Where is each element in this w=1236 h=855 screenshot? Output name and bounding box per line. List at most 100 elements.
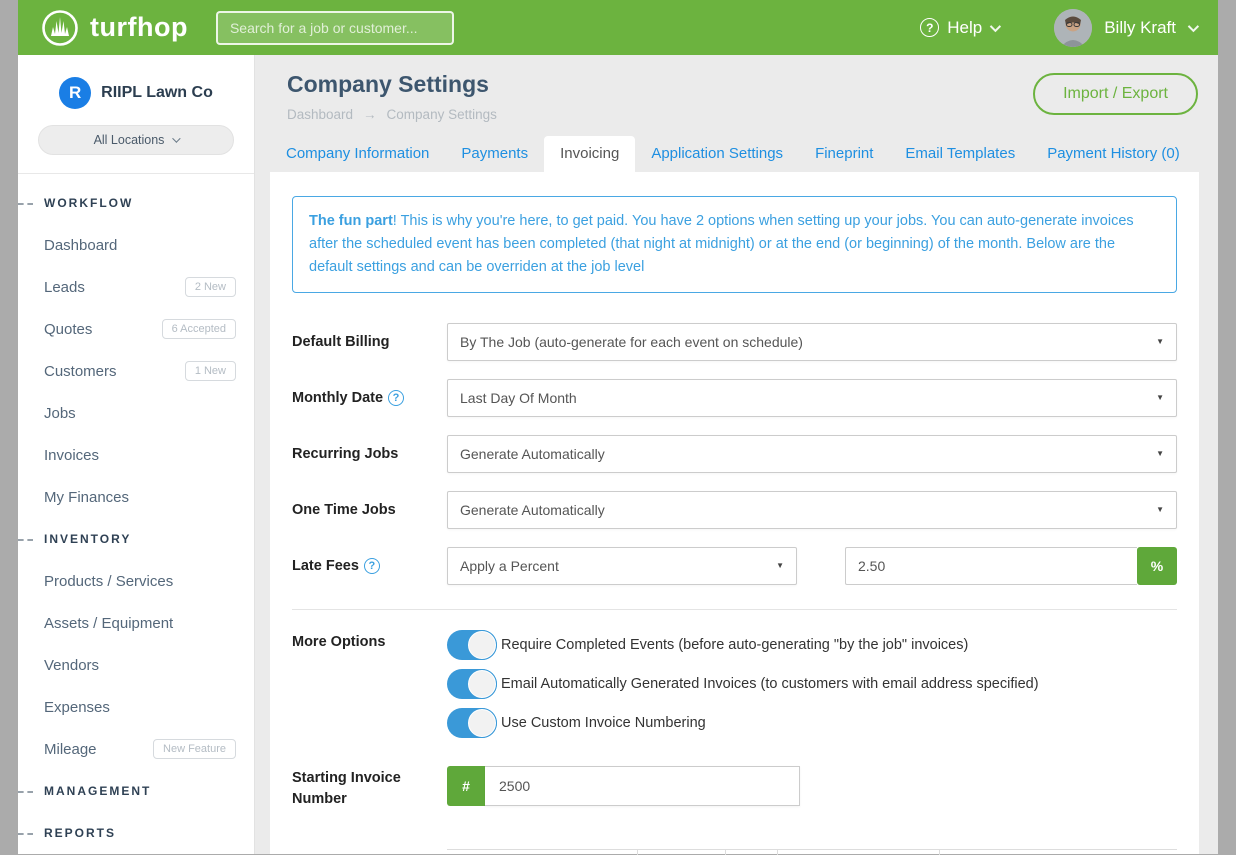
starting-invoice-input[interactable]: [485, 766, 800, 806]
quotes-badge: 6 Accepted: [162, 319, 236, 339]
recurring-jobs-label: Recurring Jobs: [292, 446, 447, 462]
top-header: turfhop ? Help Billy Kraft: [18, 0, 1218, 55]
sidebar: R RIIPL Lawn Co All Locations WORKFLOW D…: [18, 55, 255, 854]
sidebar-item-label: Expenses: [44, 699, 110, 716]
toggle-knob: [467, 669, 497, 699]
invoicing-panel: The fun part! This is why you're here, t…: [270, 172, 1199, 854]
select-arrow-icon: ▼: [1156, 505, 1164, 514]
customers-badge: 1 New: [185, 361, 236, 381]
sidebar-item-assets-equipment[interactable]: Assets / Equipment: [18, 602, 254, 644]
select-arrow-icon: ▼: [1156, 449, 1164, 458]
sidebar-nav: WORKFLOW Dashboard Leads 2 New Quotes 6 …: [18, 174, 254, 854]
sidebar-section-workflow: WORKFLOW: [18, 182, 254, 224]
breadcrumb-dashboard[interactable]: Dashboard: [287, 107, 353, 122]
default-billing-row: Default Billing By The Job (auto-generat…: [292, 323, 1177, 361]
info-text: ! This is why you're here, to get paid. …: [309, 213, 1134, 275]
tab-bar: Company Information Payments Invoicing A…: [270, 136, 1199, 172]
select-arrow-icon: ▼: [776, 561, 784, 570]
monthly-date-value: Last Day Of Month: [460, 390, 577, 406]
tab-company-information[interactable]: Company Information: [270, 136, 445, 172]
help-menu[interactable]: ? Help: [920, 18, 998, 38]
sidebar-item-mileage[interactable]: Mileage New Feature: [18, 728, 254, 770]
select-arrow-icon: ▼: [1156, 393, 1164, 402]
sidebar-item-dashboard[interactable]: Dashboard: [18, 224, 254, 266]
app-logo[interactable]: turfhop: [40, 8, 188, 48]
location-selector[interactable]: All Locations: [38, 125, 234, 155]
sidebar-section-reports: REPORTS: [18, 812, 254, 854]
recurring-jobs-select[interactable]: Generate Automatically ▼: [447, 435, 1177, 473]
sidebar-item-my-finances[interactable]: My Finances: [18, 476, 254, 518]
toggle-knob: [467, 630, 497, 660]
toggle-switch-on[interactable]: [447, 669, 497, 699]
tab-payment-history[interactable]: Payment History (0): [1031, 136, 1196, 172]
help-icon: ?: [920, 18, 939, 37]
late-fee-amount-input[interactable]: [845, 547, 1137, 585]
sidebar-item-leads[interactable]: Leads 2 New: [18, 266, 254, 308]
monthly-date-label: Monthly Date ?: [292, 390, 447, 406]
invoicing-info-box: The fun part! This is why you're here, t…: [292, 196, 1177, 293]
breadcrumb-arrow-icon: →: [363, 107, 377, 122]
sidebar-item-expenses[interactable]: Expenses: [18, 686, 254, 728]
sidebar-item-label: My Finances: [44, 489, 129, 506]
user-avatar: [1054, 9, 1092, 47]
company-avatar: R: [59, 77, 91, 109]
default-billing-select[interactable]: By The Job (auto-generate for each event…: [447, 323, 1177, 361]
recurring-jobs-row: Recurring Jobs Generate Automatically ▼: [292, 435, 1177, 473]
sidebar-item-vendors[interactable]: Vendors: [18, 644, 254, 686]
import-export-button[interactable]: Import / Export: [1033, 73, 1198, 115]
tab-fineprint[interactable]: Fineprint: [799, 136, 889, 172]
sidebar-item-label: Assets / Equipment: [44, 615, 173, 632]
sidebar-item-label: Jobs: [44, 405, 76, 422]
percent-suffix: %: [1137, 547, 1177, 585]
tab-email-templates[interactable]: Email Templates: [889, 136, 1031, 172]
app-window: turfhop ? Help Billy Kraft: [18, 0, 1218, 854]
brand-name: turfhop: [90, 12, 188, 43]
toggle-knob: [467, 708, 497, 738]
late-fees-help-icon[interactable]: ?: [364, 558, 380, 574]
page-header: Company Settings Dashboard → Company Set…: [255, 55, 1218, 122]
toggle-require-completed-events[interactable]: Require Completed Events (before auto-ge…: [447, 630, 1039, 660]
toggle-switch-on[interactable]: [447, 708, 497, 738]
toggle-custom-invoice-numbering[interactable]: Use Custom Invoice Numbering: [447, 708, 1039, 738]
breadcrumb-current: Company Settings: [387, 107, 497, 122]
table-top-edge: [447, 849, 1177, 854]
starting-invoice-row: Starting Invoice Number #: [292, 766, 1177, 810]
monthly-date-select[interactable]: Last Day Of Month ▼: [447, 379, 1177, 417]
sidebar-item-label: Dashboard: [44, 237, 117, 254]
more-options-label: More Options: [292, 634, 447, 650]
sidebar-item-label: Mileage: [44, 741, 97, 758]
chevron-down-icon: [173, 134, 181, 142]
company-selector[interactable]: R RIIPL Lawn Co: [34, 77, 238, 109]
sidebar-item-label: Customers: [44, 363, 117, 380]
toggle-switch-on[interactable]: [447, 630, 497, 660]
monthly-date-help-icon[interactable]: ?: [388, 390, 404, 406]
sidebar-item-customers[interactable]: Customers 1 New: [18, 350, 254, 392]
sidebar-section-management: MANAGEMENT: [18, 770, 254, 812]
help-label: Help: [947, 18, 982, 38]
breadcrumb: Dashboard → Company Settings: [287, 107, 497, 122]
starting-invoice-label: Starting Invoice Number: [292, 768, 447, 810]
user-name: Billy Kraft: [1104, 18, 1176, 38]
sidebar-item-products-services[interactable]: Products / Services: [18, 560, 254, 602]
late-fees-method-select[interactable]: Apply a Percent ▼: [447, 547, 797, 585]
select-arrow-icon: ▼: [1156, 337, 1164, 346]
turfhop-grass-icon: [40, 8, 80, 48]
toggle-label: Require Completed Events (before auto-ge…: [501, 637, 968, 653]
chevron-down-icon: [1188, 20, 1199, 31]
leads-badge: 2 New: [185, 277, 236, 297]
sidebar-item-jobs[interactable]: Jobs: [18, 392, 254, 434]
sidebar-item-quotes[interactable]: Quotes 6 Accepted: [18, 308, 254, 350]
default-billing-value: By The Job (auto-generate for each event…: [460, 334, 803, 350]
toggle-email-generated-invoices[interactable]: Email Automatically Generated Invoices (…: [447, 669, 1039, 699]
late-fees-method-value: Apply a Percent: [460, 558, 559, 574]
sidebar-item-label: Quotes: [44, 321, 92, 338]
tab-invoicing[interactable]: Invoicing: [544, 136, 635, 172]
tab-payments[interactable]: Payments: [445, 136, 544, 172]
search-input[interactable]: [216, 11, 454, 45]
one-time-jobs-select[interactable]: Generate Automatically ▼: [447, 491, 1177, 529]
section-divider: [292, 609, 1177, 610]
sidebar-item-invoices[interactable]: Invoices: [18, 434, 254, 476]
starting-invoice-group: #: [447, 766, 800, 806]
user-menu[interactable]: Billy Kraft: [1054, 9, 1196, 47]
tab-application-settings[interactable]: Application Settings: [635, 136, 799, 172]
